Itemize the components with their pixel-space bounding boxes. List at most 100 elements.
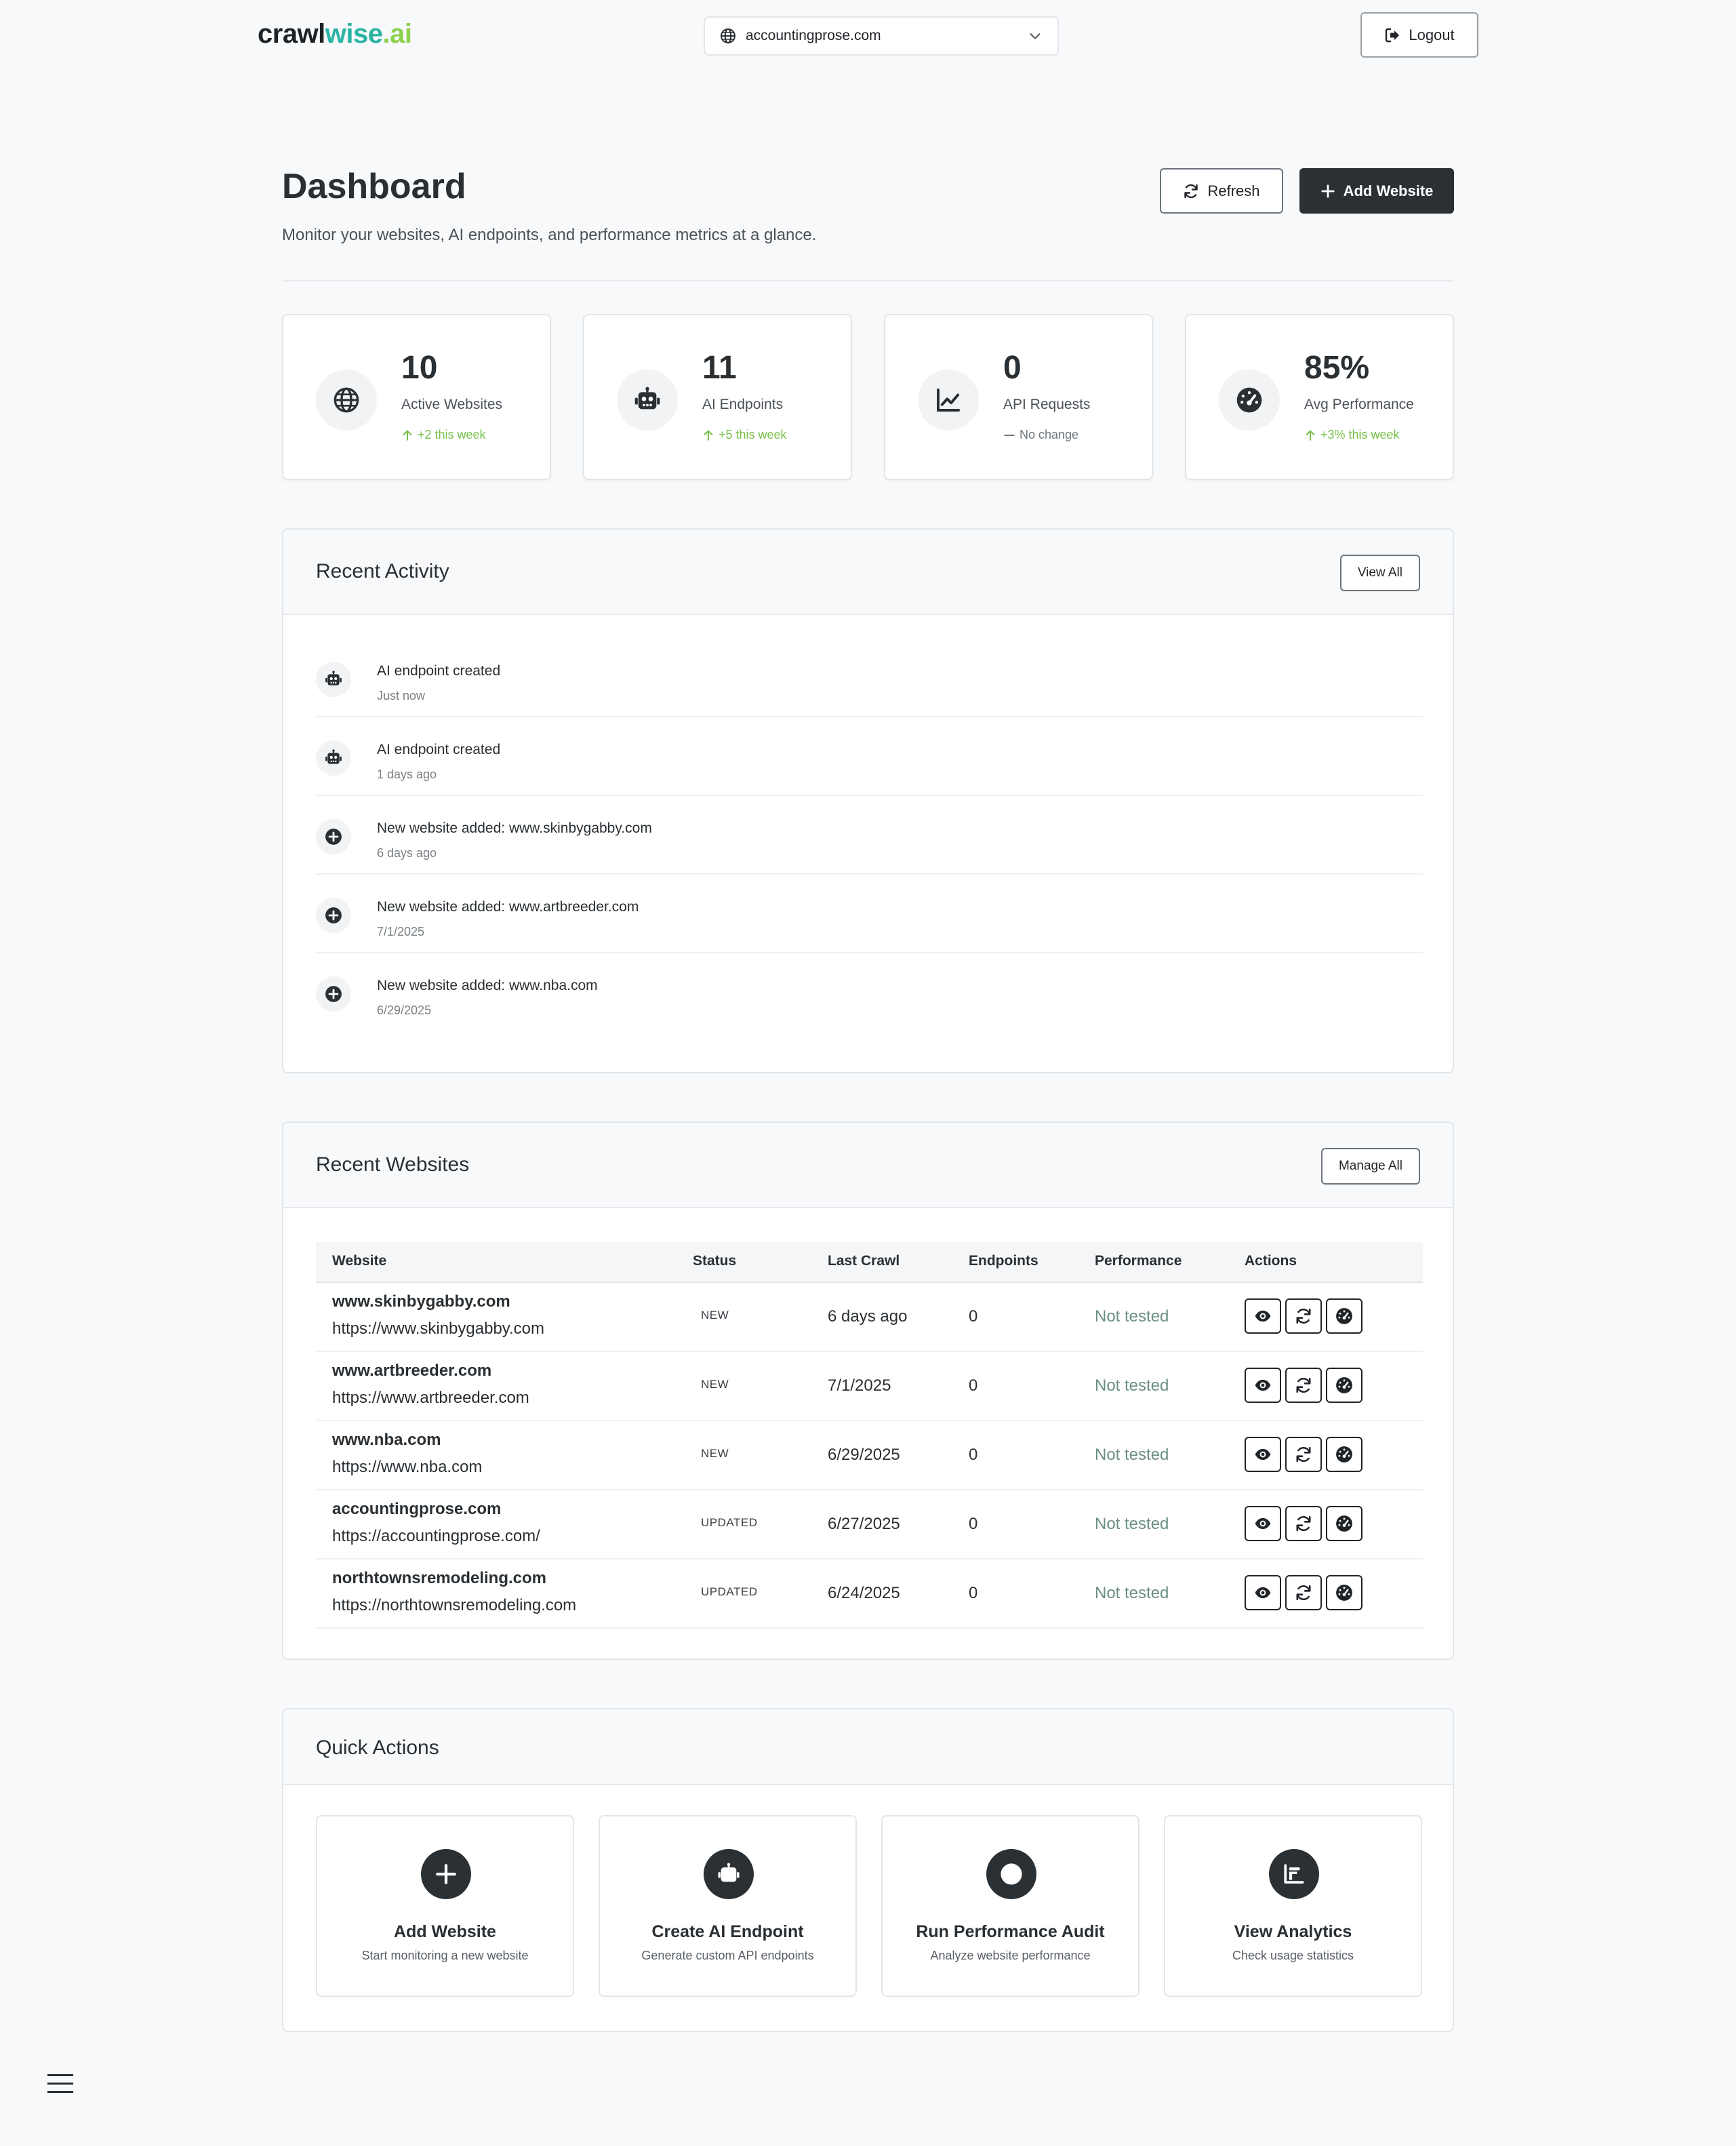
- quick-action-title: Create AI Endpoint: [651, 1922, 804, 1941]
- view-button[interactable]: [1245, 1298, 1281, 1334]
- quick-action-title: View Analytics: [1234, 1922, 1352, 1941]
- stat-change-text: +2 this week: [418, 428, 486, 441]
- website-name[interactable]: www.nba.com: [332, 1431, 441, 1450]
- audit-button[interactable]: [1326, 1575, 1362, 1610]
- stat-value: 85%: [1304, 350, 1370, 386]
- stat-card-avg-performance: 85% Avg Performance +3% this week: [1185, 314, 1454, 480]
- stat-icon-wrap: [316, 370, 377, 431]
- last-crawl: 6/24/2025: [828, 1584, 900, 1602]
- stat-label: Avg Performance: [1304, 397, 1414, 412]
- refresh-icon: [1183, 183, 1199, 199]
- website-name[interactable]: accountingprose.com: [332, 1500, 501, 1519]
- logout-button[interactable]: Logout: [1360, 12, 1478, 58]
- activity-time: 6 days ago: [377, 846, 437, 860]
- quick-action-create-endpoint[interactable]: Create AI Endpoint Generate custom API e…: [599, 1815, 857, 1997]
- quick-action-add-website[interactable]: Add Website Start monitoring a new websi…: [316, 1815, 574, 1997]
- website-name[interactable]: northtownsremodeling.com: [332, 1569, 546, 1588]
- stat-card-ai-endpoints: 11 AI Endpoints +5 this week: [583, 314, 852, 480]
- stat-label: AI Endpoints: [702, 397, 784, 412]
- recent-websites-panel: Recent Websites Manage All Website Statu…: [282, 1121, 1454, 1660]
- add-website-button[interactable]: Add Website: [1299, 168, 1454, 214]
- last-crawl: 6/29/2025: [828, 1446, 900, 1464]
- view-button[interactable]: [1245, 1368, 1281, 1403]
- website-url: https://www.artbreeder.com: [332, 1389, 529, 1407]
- recrawl-button[interactable]: [1285, 1575, 1322, 1610]
- hamburger-menu-icon[interactable]: [47, 2073, 73, 2094]
- audit-button[interactable]: [1326, 1298, 1362, 1334]
- stat-change: +2 this week: [401, 428, 486, 442]
- recrawl-button[interactable]: [1285, 1437, 1322, 1472]
- activity-icon-wrap: [316, 662, 351, 697]
- quick-actions-panel: Quick Actions Add Website Start monitori…: [282, 1708, 1454, 2032]
- eye-icon: [1254, 1446, 1272, 1463]
- activity-time: 6/29/2025: [377, 1004, 432, 1017]
- manage-all-button[interactable]: Manage All: [1320, 1148, 1420, 1185]
- panel-header: Recent Activity View All: [283, 530, 1453, 615]
- stat-label: Active Websites: [401, 397, 502, 412]
- view-button[interactable]: [1245, 1437, 1281, 1472]
- stat-change-text: +5 this week: [719, 428, 787, 441]
- activity-item: New website added: www.nba.com 6/29/2025: [316, 953, 1423, 1032]
- panel-title: Recent Websites: [316, 1153, 470, 1176]
- table-row: accountingprose.com https://accountingpr…: [316, 1490, 1423, 1559]
- recrawl-button[interactable]: [1285, 1298, 1322, 1334]
- last-crawl: 6/27/2025: [828, 1515, 900, 1533]
- gauge-icon: [1335, 1376, 1353, 1394]
- view-button[interactable]: [1245, 1575, 1281, 1610]
- add-website-label: Add Website: [1343, 182, 1434, 199]
- eye-icon: [1254, 1376, 1272, 1394]
- status-badge: NEW: [701, 1378, 729, 1391]
- quick-action-desc: Generate custom API endpoints: [641, 1949, 814, 1962]
- activity-icon-wrap: [316, 976, 351, 1012]
- quick-action-desc: Analyze website performance: [930, 1949, 1091, 1962]
- stat-change: +3% this week: [1304, 428, 1400, 442]
- panel-header: Recent Websites Manage All: [283, 1123, 1453, 1208]
- stat-icon-wrap: [1219, 370, 1280, 431]
- qa-icon-wrap: [704, 1849, 754, 1899]
- performance-status: Not tested: [1095, 1446, 1169, 1464]
- brand-logo[interactable]: crawlwise.ai: [258, 19, 412, 49]
- view-all-button[interactable]: View All: [1339, 555, 1420, 591]
- activity-time: 1 days ago: [377, 768, 437, 781]
- activity-title: AI endpoint created: [377, 742, 501, 757]
- quick-action-view-analytics[interactable]: View Analytics Check usage statistics: [1164, 1815, 1422, 1997]
- row-actions: [1245, 1368, 1362, 1403]
- robot-icon: [634, 386, 661, 414]
- top-bar: crawlwise.ai accountingprose.com Logout: [0, 0, 1736, 72]
- recrawl-button[interactable]: [1285, 1368, 1322, 1403]
- refresh-icon: [1295, 1515, 1312, 1532]
- website-name[interactable]: www.skinbygabby.com: [332, 1292, 510, 1311]
- table-header: Website Status Last Crawl Endpoints Perf…: [316, 1242, 1423, 1283]
- audit-button[interactable]: [1326, 1437, 1362, 1472]
- performance-status: Not tested: [1095, 1376, 1169, 1395]
- page-subtitle: Monitor your websites, AI endpoints, and…: [282, 226, 817, 244]
- table-row: www.skinbygabby.com https://www.skinbyga…: [316, 1283, 1423, 1352]
- view-button[interactable]: [1245, 1506, 1281, 1541]
- recrawl-button[interactable]: [1285, 1506, 1322, 1541]
- arrow-up-icon: [1304, 429, 1316, 441]
- refresh-button[interactable]: Refresh: [1160, 168, 1283, 214]
- audit-button[interactable]: [1326, 1368, 1362, 1403]
- site-selector[interactable]: accountingprose.com: [704, 16, 1059, 56]
- status-badge: UPDATED: [701, 1585, 758, 1598]
- quick-action-performance-audit[interactable]: Run Performance Audit Analyze website pe…: [881, 1815, 1139, 1997]
- activity-item: AI endpoint created Just now: [316, 639, 1423, 717]
- website-name[interactable]: www.artbreeder.com: [332, 1362, 491, 1380]
- dash-icon: [1003, 429, 1015, 441]
- page-title: Dashboard: [282, 167, 466, 206]
- gauge-icon: [1236, 386, 1263, 414]
- audit-button[interactable]: [1326, 1506, 1362, 1541]
- qa-icon-wrap: [986, 1849, 1036, 1899]
- last-crawl: 6 days ago: [828, 1307, 908, 1326]
- table-row: northtownsremodeling.com https://northto…: [316, 1559, 1423, 1629]
- brand-part-2: wise: [325, 19, 383, 49]
- activity-title: New website added: www.artbreeder.com: [377, 899, 639, 915]
- stat-change-text: +3% this week: [1320, 428, 1400, 441]
- stat-icon-wrap: [918, 370, 979, 431]
- column-header: Endpoints: [969, 1253, 1038, 1269]
- activity-time: Just now: [377, 689, 426, 702]
- stat-icon-wrap: [617, 370, 678, 431]
- qa-icon-wrap: [421, 1849, 471, 1899]
- last-crawl: 7/1/2025: [828, 1376, 891, 1395]
- brand-part-3: .ai: [382, 19, 412, 49]
